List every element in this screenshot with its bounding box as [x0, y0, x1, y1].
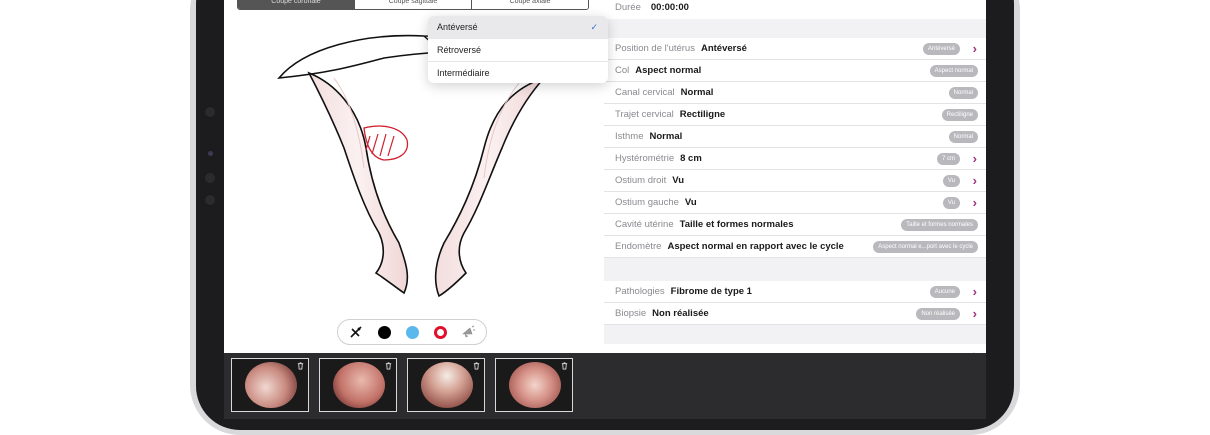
- field-label: Ostium droit: [615, 175, 667, 186]
- field-value: Aspect normal: [635, 65, 702, 76]
- field-badge: Antéversé: [922, 43, 960, 55]
- field-label: Canal cervical: [615, 87, 675, 98]
- image-thumbnail-tray: [224, 353, 986, 419]
- dropdown-option-intermediaire[interactable]: Intermédiaire: [428, 62, 608, 83]
- field-value: Antéversé: [700, 43, 747, 54]
- field-row-hysterometrie[interactable]: Hystérométrie 8 cm 7 cm ›: [604, 148, 986, 170]
- field-row-biopsie[interactable]: Biopsie Non réalisée Non réalisée ›: [604, 303, 986, 325]
- field-row-pathologies[interactable]: Pathologies Fibrome de type 1 Aucune ›: [604, 281, 986, 303]
- field-label: Ostium gauche: [615, 197, 679, 208]
- field-badge: Aucune: [929, 286, 960, 298]
- field-value: Vu: [684, 197, 697, 208]
- chevron-right-icon[interactable]: ›: [973, 281, 977, 303]
- sensor-dot: [205, 195, 215, 205]
- tab-coupe-axiale[interactable]: Coupe axiale: [472, 0, 588, 9]
- field-badge: Rectiligne: [941, 109, 978, 121]
- drawing-toolbar: [337, 319, 487, 345]
- chevron-right-icon[interactable]: ›: [973, 344, 977, 353]
- field-row-endometre[interactable]: Endomètre Aspect normal en rapport avec l…: [604, 236, 986, 258]
- tab-coupe-coronale[interactable]: Coupe coronale: [238, 0, 355, 9]
- field-label: Col: [615, 65, 630, 76]
- field-label: Endomètre: [615, 241, 662, 252]
- field-label: Trajet cervical: [615, 109, 674, 120]
- field-row-ostium-droit[interactable]: Ostium droit Vu Vu ›: [604, 170, 986, 192]
- field-label: Position de l'utérus: [615, 43, 695, 54]
- field-value: Normal: [649, 131, 683, 142]
- thumbnail-hysteroscopy-image-1[interactable]: [231, 358, 309, 412]
- field-value: Aspect normal en rapport avec le cycle: [667, 241, 844, 252]
- hysteroscopy-image: [333, 362, 385, 408]
- exam-details-pane: Durée 00:00:00 Position de l'utérus Antéve…: [604, 0, 986, 353]
- field-badge: Normal: [948, 131, 978, 143]
- pencil-eraser-icon[interactable]: [349, 325, 363, 339]
- field-label: Cavité utérine: [615, 219, 674, 230]
- app-screen: Coupe coronale Coupe sagittale Coupe axi…: [224, 0, 986, 353]
- field-value: Rectiligne: [679, 109, 726, 120]
- field-value: Normal: [680, 87, 714, 98]
- duration-label: Durée: [615, 2, 641, 13]
- field-badge: Vu: [942, 197, 960, 209]
- trash-icon[interactable]: [296, 361, 305, 370]
- chevron-right-icon[interactable]: ›: [973, 148, 977, 170]
- black-color-button[interactable]: [377, 325, 391, 339]
- field-row-partial[interactable]: ›: [604, 344, 986, 353]
- thumbnail-hysteroscopy-image-3[interactable]: [407, 358, 485, 412]
- chevron-right-icon[interactable]: ›: [973, 170, 977, 192]
- field-badge: Aspect normal e...port avec le cycle: [873, 241, 978, 253]
- red-color-dot: [433, 325, 447, 339]
- field-badge: Normal: [948, 87, 978, 99]
- field-label: Pathologies: [615, 286, 665, 297]
- megaphone-icon[interactable]: [461, 325, 475, 339]
- blue-color-button[interactable]: [405, 325, 419, 339]
- thumbnail-hysteroscopy-image-2[interactable]: [319, 358, 397, 412]
- tab-coupe-sagittale[interactable]: Coupe sagittale: [355, 0, 472, 9]
- field-value: Fibrome de type 1: [670, 286, 752, 297]
- field-badge: Non réalisée: [916, 308, 960, 320]
- field-badge: Taille et formes normales: [901, 219, 978, 231]
- dropdown-option-retroverse[interactable]: Rétroversé: [428, 39, 608, 62]
- view-segmented-control[interactable]: Coupe coronale Coupe sagittale Coupe axi…: [237, 0, 589, 10]
- field-label: Biopsie: [615, 308, 647, 319]
- field-label: Isthme: [615, 131, 644, 142]
- field-badge: Aspect normal: [929, 65, 978, 77]
- dropdown-option-anteverse[interactable]: Antéversé ✓: [428, 16, 608, 39]
- drawing-pane[interactable]: Coupe coronale Coupe sagittale Coupe axi…: [224, 0, 608, 353]
- chevron-right-icon[interactable]: ›: [973, 38, 977, 60]
- checkmark-icon: ✓: [590, 22, 598, 32]
- field-value: Vu: [672, 175, 685, 186]
- field-label: Hystérométrie: [615, 153, 675, 164]
- duration-value: 00:00:00: [650, 2, 689, 13]
- hysteroscopy-image: [245, 362, 297, 408]
- chevron-right-icon[interactable]: ›: [973, 303, 977, 325]
- sensor-dot: [208, 151, 213, 156]
- field-row-trajet-cervical[interactable]: Trajet cervical Rectiligne Rectiligne: [604, 104, 986, 126]
- trash-icon[interactable]: [384, 361, 393, 370]
- field-row-cavite-uterine[interactable]: Cavité utérine Taille et formes normales …: [604, 214, 986, 236]
- field-value: Taille et formes normales: [679, 219, 794, 230]
- black-color-dot: [377, 325, 391, 339]
- field-row-canal-cervical[interactable]: Canal cervical Normal Normal: [604, 82, 986, 104]
- field-row-position-uterus[interactable]: Position de l'utérus Antéversé Antéversé …: [604, 38, 986, 60]
- chevron-right-icon[interactable]: ›: [973, 192, 977, 214]
- field-row-ostium-gauche[interactable]: Ostium gauche Vu Vu ›: [604, 192, 986, 214]
- duration-row: Durée 00:00:00: [604, 0, 986, 19]
- sensor-dot: [205, 173, 215, 183]
- thumbnail-hysteroscopy-image-4[interactable]: [495, 358, 573, 412]
- red-color-button[interactable]: [433, 325, 447, 339]
- sensor-dot: [205, 107, 215, 117]
- field-badge: Vu: [942, 175, 960, 187]
- field-row-isthme[interactable]: Isthme Normal Normal: [604, 126, 986, 148]
- field-row-col[interactable]: Col Aspect normal Aspect normal: [604, 60, 986, 82]
- field-value: Non réalisée: [652, 308, 709, 319]
- field-value: 8 cm: [680, 153, 702, 164]
- hysteroscopy-image: [421, 362, 473, 408]
- uterus-position-dropdown[interactable]: Antéversé ✓ Rétroversé Intermédiaire: [428, 16, 608, 83]
- trash-icon[interactable]: [560, 361, 569, 370]
- blue-color-dot: [405, 325, 419, 339]
- field-badge: 7 cm: [936, 153, 960, 165]
- hysteroscopy-image: [509, 362, 561, 408]
- trash-icon[interactable]: [472, 361, 481, 370]
